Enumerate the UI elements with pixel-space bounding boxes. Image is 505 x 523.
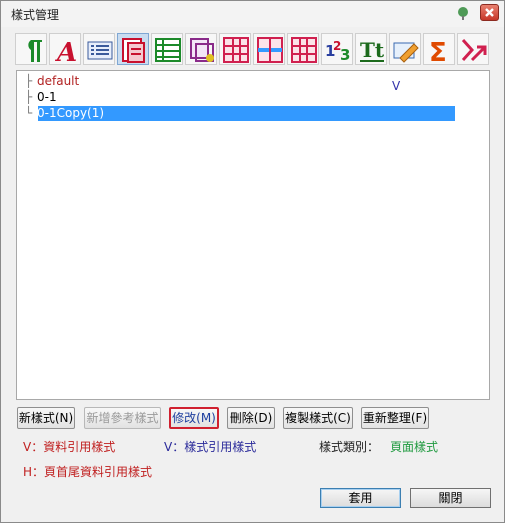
svg-text:A: A bbox=[54, 38, 77, 64]
sigma-icon: Σ bbox=[429, 38, 447, 64]
signal-button[interactable] bbox=[457, 33, 489, 65]
default-mark: V bbox=[392, 79, 401, 93]
svg-text:3: 3 bbox=[340, 46, 350, 64]
frame-icon bbox=[190, 38, 214, 62]
numbering-button[interactable]: 1 2 3 bbox=[321, 33, 353, 65]
close-icon bbox=[485, 8, 494, 17]
svg-text:Tt: Tt bbox=[360, 38, 385, 62]
page-icon bbox=[122, 38, 145, 63]
table-red-button[interactable] bbox=[219, 33, 251, 65]
copy-style-button[interactable]: 複製樣式(C) bbox=[283, 407, 353, 429]
close-window-button[interactable] bbox=[480, 4, 499, 21]
new-style-button[interactable]: 新樣式(N) bbox=[17, 407, 75, 429]
font-icon: A bbox=[54, 38, 77, 64]
table-cols-icon bbox=[291, 37, 317, 63]
table-grid-icon bbox=[257, 37, 283, 63]
signal-icon bbox=[461, 38, 487, 62]
frame-style-button[interactable] bbox=[185, 33, 217, 65]
tree-node-0-1[interactable]: ├ 0-1 bbox=[25, 90, 57, 104]
table-red-icon bbox=[223, 37, 249, 63]
close-button[interactable]: 關閉 bbox=[410, 488, 491, 508]
tree-node-default[interactable]: ├ default bbox=[25, 74, 79, 88]
table-lines-button[interactable] bbox=[151, 33, 183, 65]
list-style-button[interactable] bbox=[83, 33, 115, 65]
tree-connector: ├ bbox=[25, 74, 33, 88]
style-manager-window: 樣式管理 A 1 2 3 Tt Σ ├ default V ├ 0-1 └ 0-… bbox=[0, 0, 505, 523]
table-grid-button[interactable] bbox=[253, 33, 285, 65]
pin-icon[interactable] bbox=[456, 6, 470, 20]
modify-button[interactable]: 修改(M) bbox=[169, 407, 219, 429]
numbering-icon: 1 2 3 bbox=[325, 39, 350, 64]
tree-node-label: 0-1Copy(1) bbox=[37, 106, 105, 120]
paragraph-style-button[interactable] bbox=[15, 33, 47, 65]
page-style-button[interactable] bbox=[117, 33, 149, 65]
style-tree[interactable]: ├ default V ├ 0-1 └ 0-1Copy(1) bbox=[16, 70, 490, 400]
list-icon bbox=[87, 41, 113, 60]
table-lines-icon bbox=[155, 38, 181, 62]
window-title: 樣式管理 bbox=[11, 8, 60, 22]
delete-button[interactable]: 刪除(D) bbox=[227, 407, 275, 429]
highlighter-icon bbox=[393, 42, 419, 63]
data-ref-style-legend: V：資料引用樣式 bbox=[23, 440, 116, 454]
tree-node-0-1copy[interactable]: └ 0-1Copy(1) bbox=[25, 106, 104, 120]
text-tt-icon: Tt bbox=[360, 38, 385, 62]
font-style-button[interactable]: A bbox=[49, 33, 81, 65]
header-footer-ref-legend: H：頁首尾資料引用樣式 bbox=[23, 465, 153, 479]
paragraph-icon bbox=[28, 40, 42, 62]
apply-button[interactable]: 套用 bbox=[320, 488, 401, 508]
sigma-button[interactable]: Σ bbox=[423, 33, 455, 65]
table-cols-button[interactable] bbox=[287, 33, 319, 65]
tree-node-label: 0-1 bbox=[37, 90, 57, 104]
text-style-button[interactable]: Tt bbox=[355, 33, 387, 65]
style-type-label: 樣式類別： bbox=[319, 440, 380, 454]
add-reference-style-button[interactable]: 新增參考樣式 bbox=[84, 407, 161, 429]
highlighter-button[interactable] bbox=[389, 33, 421, 65]
style-ref-style-legend: V：樣式引用樣式 bbox=[164, 440, 257, 454]
tree-connector: └ bbox=[25, 106, 33, 120]
tree-node-label: default bbox=[37, 74, 80, 88]
tree-connector: ├ bbox=[25, 90, 33, 104]
reorganize-button[interactable]: 重新整理(F) bbox=[361, 407, 429, 429]
title-bar: 樣式管理 bbox=[1, 1, 504, 27]
svg-text:Σ: Σ bbox=[429, 38, 447, 64]
style-type-value: 頁面樣式 bbox=[390, 440, 439, 454]
